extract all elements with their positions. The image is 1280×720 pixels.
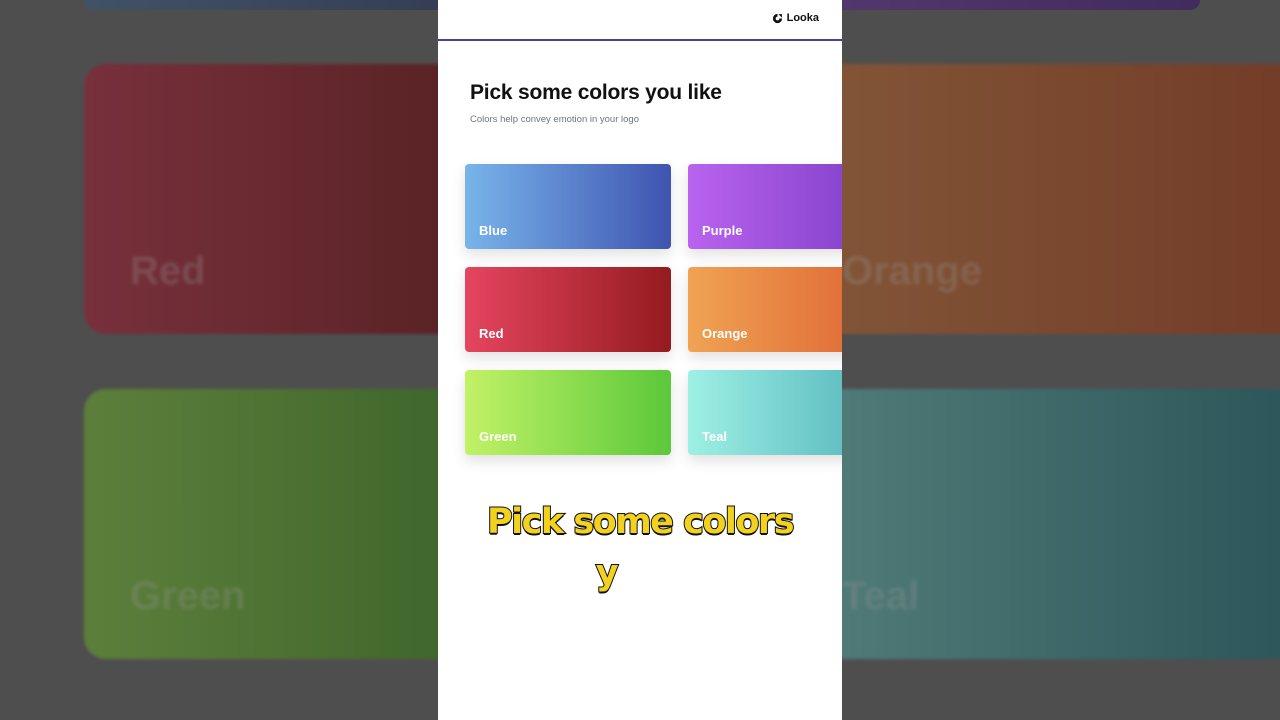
looka-logo-icon (772, 13, 782, 23)
caption-line-2: you l (438, 552, 842, 594)
page-subtitle: Colors help convey emotion in your logo (470, 114, 639, 125)
bg-top-strip-right (800, 0, 1200, 10)
color-option-orange[interactable]: Orange (688, 267, 842, 352)
caption-fading: ou (617, 553, 664, 593)
brand-name: Looka (786, 12, 819, 24)
page-title: Pick some colors you like (470, 81, 722, 104)
color-option-green[interactable]: Green (465, 370, 671, 455)
brand[interactable]: Looka (772, 12, 819, 24)
color-option-purple[interactable]: Purple (688, 164, 842, 249)
bg-card-orange: Orange (776, 64, 1280, 334)
caption-line-1: Pick some colors (486, 501, 796, 543)
color-option-teal[interactable]: Teal (688, 370, 842, 455)
bg-card-red-label: Red (130, 249, 206, 293)
color-option-red[interactable]: Red (465, 267, 671, 352)
caption-ghost: l (673, 553, 686, 593)
color-option-label: Red (479, 326, 504, 341)
color-option-label: Green (479, 429, 517, 444)
caption-highlight: y (595, 552, 620, 594)
bg-card-green-label: Green (130, 574, 246, 618)
color-option-label: Blue (479, 223, 508, 238)
color-picker-panel: Looka Pick some colors you like Colors h… (438, 0, 842, 720)
bg-card-teal-label: Teal (842, 574, 920, 618)
color-option-label: Purple (702, 223, 743, 238)
color-option-blue[interactable]: Blue (465, 164, 671, 249)
color-option-label: Teal (702, 429, 728, 444)
bg-card-teal: Teal (776, 389, 1280, 659)
top-bar: Looka (438, 0, 842, 41)
bg-card-orange-label: Orange (842, 249, 983, 293)
color-option-label: Orange (702, 326, 748, 341)
bg-top-strip-left (84, 0, 484, 10)
